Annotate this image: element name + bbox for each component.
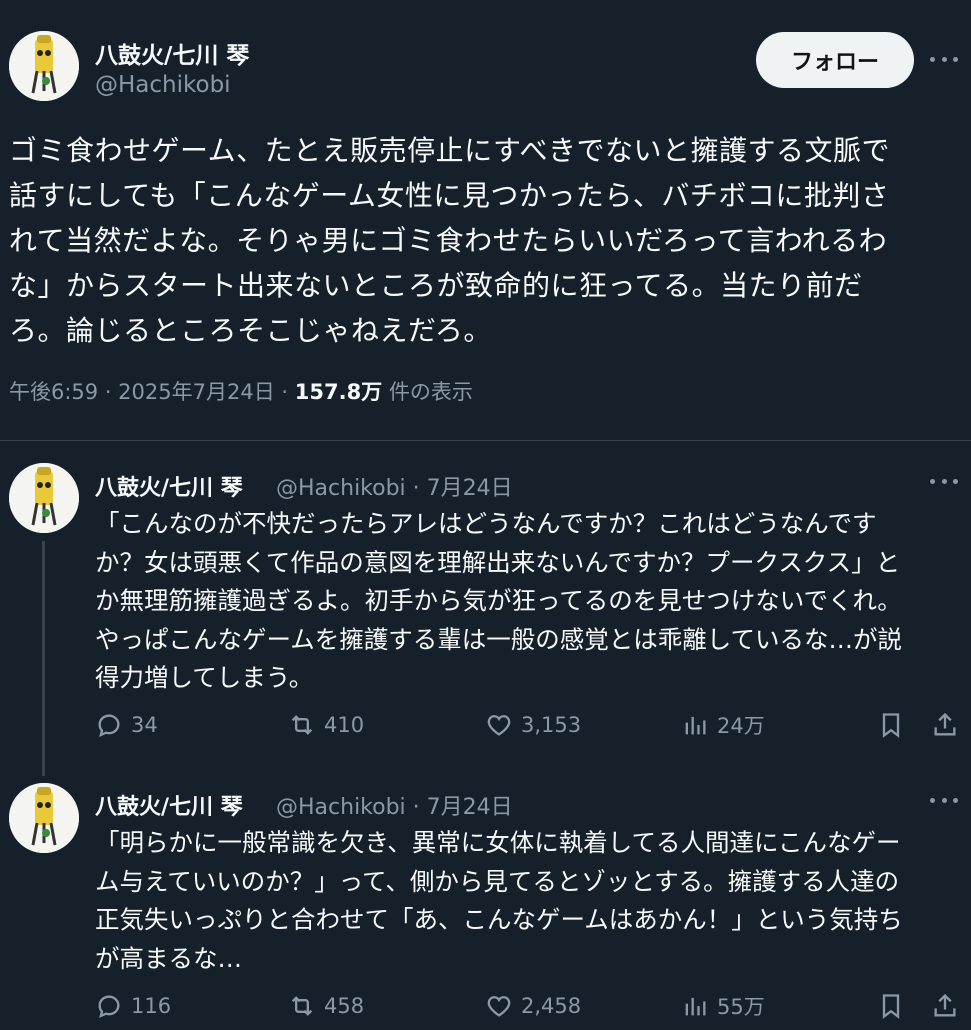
bookmark-icon [882, 994, 900, 1019]
reply-text-line: 「明らかに一般常識を欠き、異常に女体に執着してる人間達にこんなゲー [95, 828, 901, 857]
reply-count: 116 [131, 994, 172, 1018]
tweet-thread: 八鼓火/七川 琴 @Hachikobi フォロー ゴミ食わせゲーム、たとえ販売停… [0, 0, 971, 1030]
views-button[interactable]: 24万 [681, 709, 765, 741]
reply-button[interactable]: 116 [95, 990, 171, 1022]
avatar-illustration [9, 783, 79, 853]
reply-text-line: か無理筋擁護過ぎるよ。初手から気が狂ってるのを見せつけないでくれ。 [95, 586, 902, 615]
more-options-icon[interactable] [930, 476, 958, 486]
tweet-text-line: ゴミ食わせゲーム、たとえ販売停止にすべきでないと擁護する文脈で [9, 134, 890, 167]
analytics-icon [685, 716, 706, 735]
author-handle-date[interactable]: @Hachikobi · 7月24日 [276, 470, 513, 502]
tweet-text-line: な」からスタート出来ないところが致命的に狂ってる。当たり前だ [9, 269, 863, 302]
reply-text-line: やっぱこんなゲームを擁護する輩は一般の感覚とは乖離しているな…が説 [95, 624, 903, 654]
reply-count: 34 [131, 713, 158, 737]
thread-connector [42, 541, 45, 776]
share-icon [934, 712, 956, 736]
avatar-illustration [9, 463, 79, 533]
reply-text-line: 正気失いっぷりと合わせて「あ、こんなゲームはあかん！」という気持ち [95, 905, 903, 934]
more-options-icon[interactable] [930, 795, 958, 805]
reply-text: 「明らかに一般常識を欠き、異常に女体に執着してる人間達にこんなゲー ム与えていい… [95, 824, 965, 978]
reply-text-line: 得力増してしまう。 [95, 663, 314, 692]
bookmark-icon [882, 713, 900, 738]
repost-button[interactable]: 458 [288, 990, 364, 1022]
action-bar: 34 410 3,153 24万 [95, 709, 965, 741]
like-count: 3,153 [521, 713, 582, 737]
reply-text-line: 「こんなのが不快だったらアレはどうなんですか？これはどうなんです [95, 509, 877, 538]
avatar[interactable] [9, 463, 79, 533]
author-name[interactable]: 八鼓火/七川 琴 [95, 470, 243, 502]
like-button[interactable]: 2,458 [485, 990, 581, 1022]
repost-count: 410 [324, 713, 365, 737]
tweet-meta: 午後6:59 · 2025年7月24日 · 157.8万 件の表示 [9, 376, 473, 406]
author-handle[interactable]: @Hachikobi [95, 72, 231, 98]
avatar[interactable] [9, 783, 79, 853]
share-icon [934, 993, 956, 1017]
reply-icon [98, 995, 120, 1018]
reply-text-line: か？女は頭悪くて作品の意図を理解出来ないんですか？プークスクス」と [95, 547, 901, 577]
tweet-text: ゴミ食わせゲーム、たとえ販売停止にすべきでないと擁護する文脈で 話すにしても「こ… [9, 128, 959, 353]
reply-icon [98, 714, 120, 737]
reply-button[interactable]: 34 [95, 709, 158, 741]
view-count: 157.8万 [294, 380, 383, 404]
repost-icon [291, 715, 313, 735]
analytics-icon [685, 997, 706, 1016]
repost-count: 458 [324, 994, 365, 1018]
author-name[interactable]: 八鼓火/七川 琴 [95, 789, 243, 821]
bookmark-button[interactable] [877, 990, 905, 1022]
bookmark-button[interactable] [877, 709, 905, 741]
follow-button[interactable]: フォロー [756, 32, 914, 88]
repost-button[interactable]: 410 [288, 709, 364, 741]
author-name[interactable]: 八鼓火/七川 琴 [95, 36, 249, 70]
tweet-timestamp[interactable]: 午後6:59 · 2025年7月24日 · [9, 380, 295, 404]
view-count-label: 件の表示 [382, 380, 473, 404]
tweet-text-line: れて当然だよな。そりゃ男にゴミ食わせたらいいだろって言われるわ [9, 224, 888, 257]
reply-text: 「こんなのが不快だったらアレはどうなんですか？これはどうなんです か？女は頭悪く… [95, 505, 965, 698]
repost-icon [291, 996, 313, 1016]
views-count: 55万 [717, 995, 765, 1019]
heart-icon [487, 715, 511, 736]
author-handle-date[interactable]: @Hachikobi · 7月24日 [276, 789, 513, 821]
divider [0, 440, 971, 441]
reply-text-line: が高まるな… [95, 943, 242, 973]
more-options-icon[interactable] [930, 54, 958, 64]
tweet-text-line: 話すにしても「こんなゲーム女性に見つかったら、バチボコに批判さ [9, 179, 890, 212]
heart-icon [487, 996, 511, 1017]
avatar-illustration [9, 31, 79, 101]
like-count: 2,458 [521, 994, 582, 1018]
tweet-text-line: ろ。論じるところそこじゃねえだろ。 [9, 314, 492, 347]
views-button[interactable]: 55万 [681, 990, 765, 1022]
reply-text-line: ム与えていいのか？」って、側から見てるとゾッとする。擁護する人達の [95, 866, 900, 896]
share-button[interactable] [931, 709, 959, 741]
avatar[interactable] [9, 31, 79, 101]
share-button[interactable] [931, 990, 959, 1022]
action-bar: 116 458 2,458 55万 [95, 990, 965, 1022]
like-button[interactable]: 3,153 [485, 709, 581, 741]
views-count: 24万 [717, 714, 765, 738]
